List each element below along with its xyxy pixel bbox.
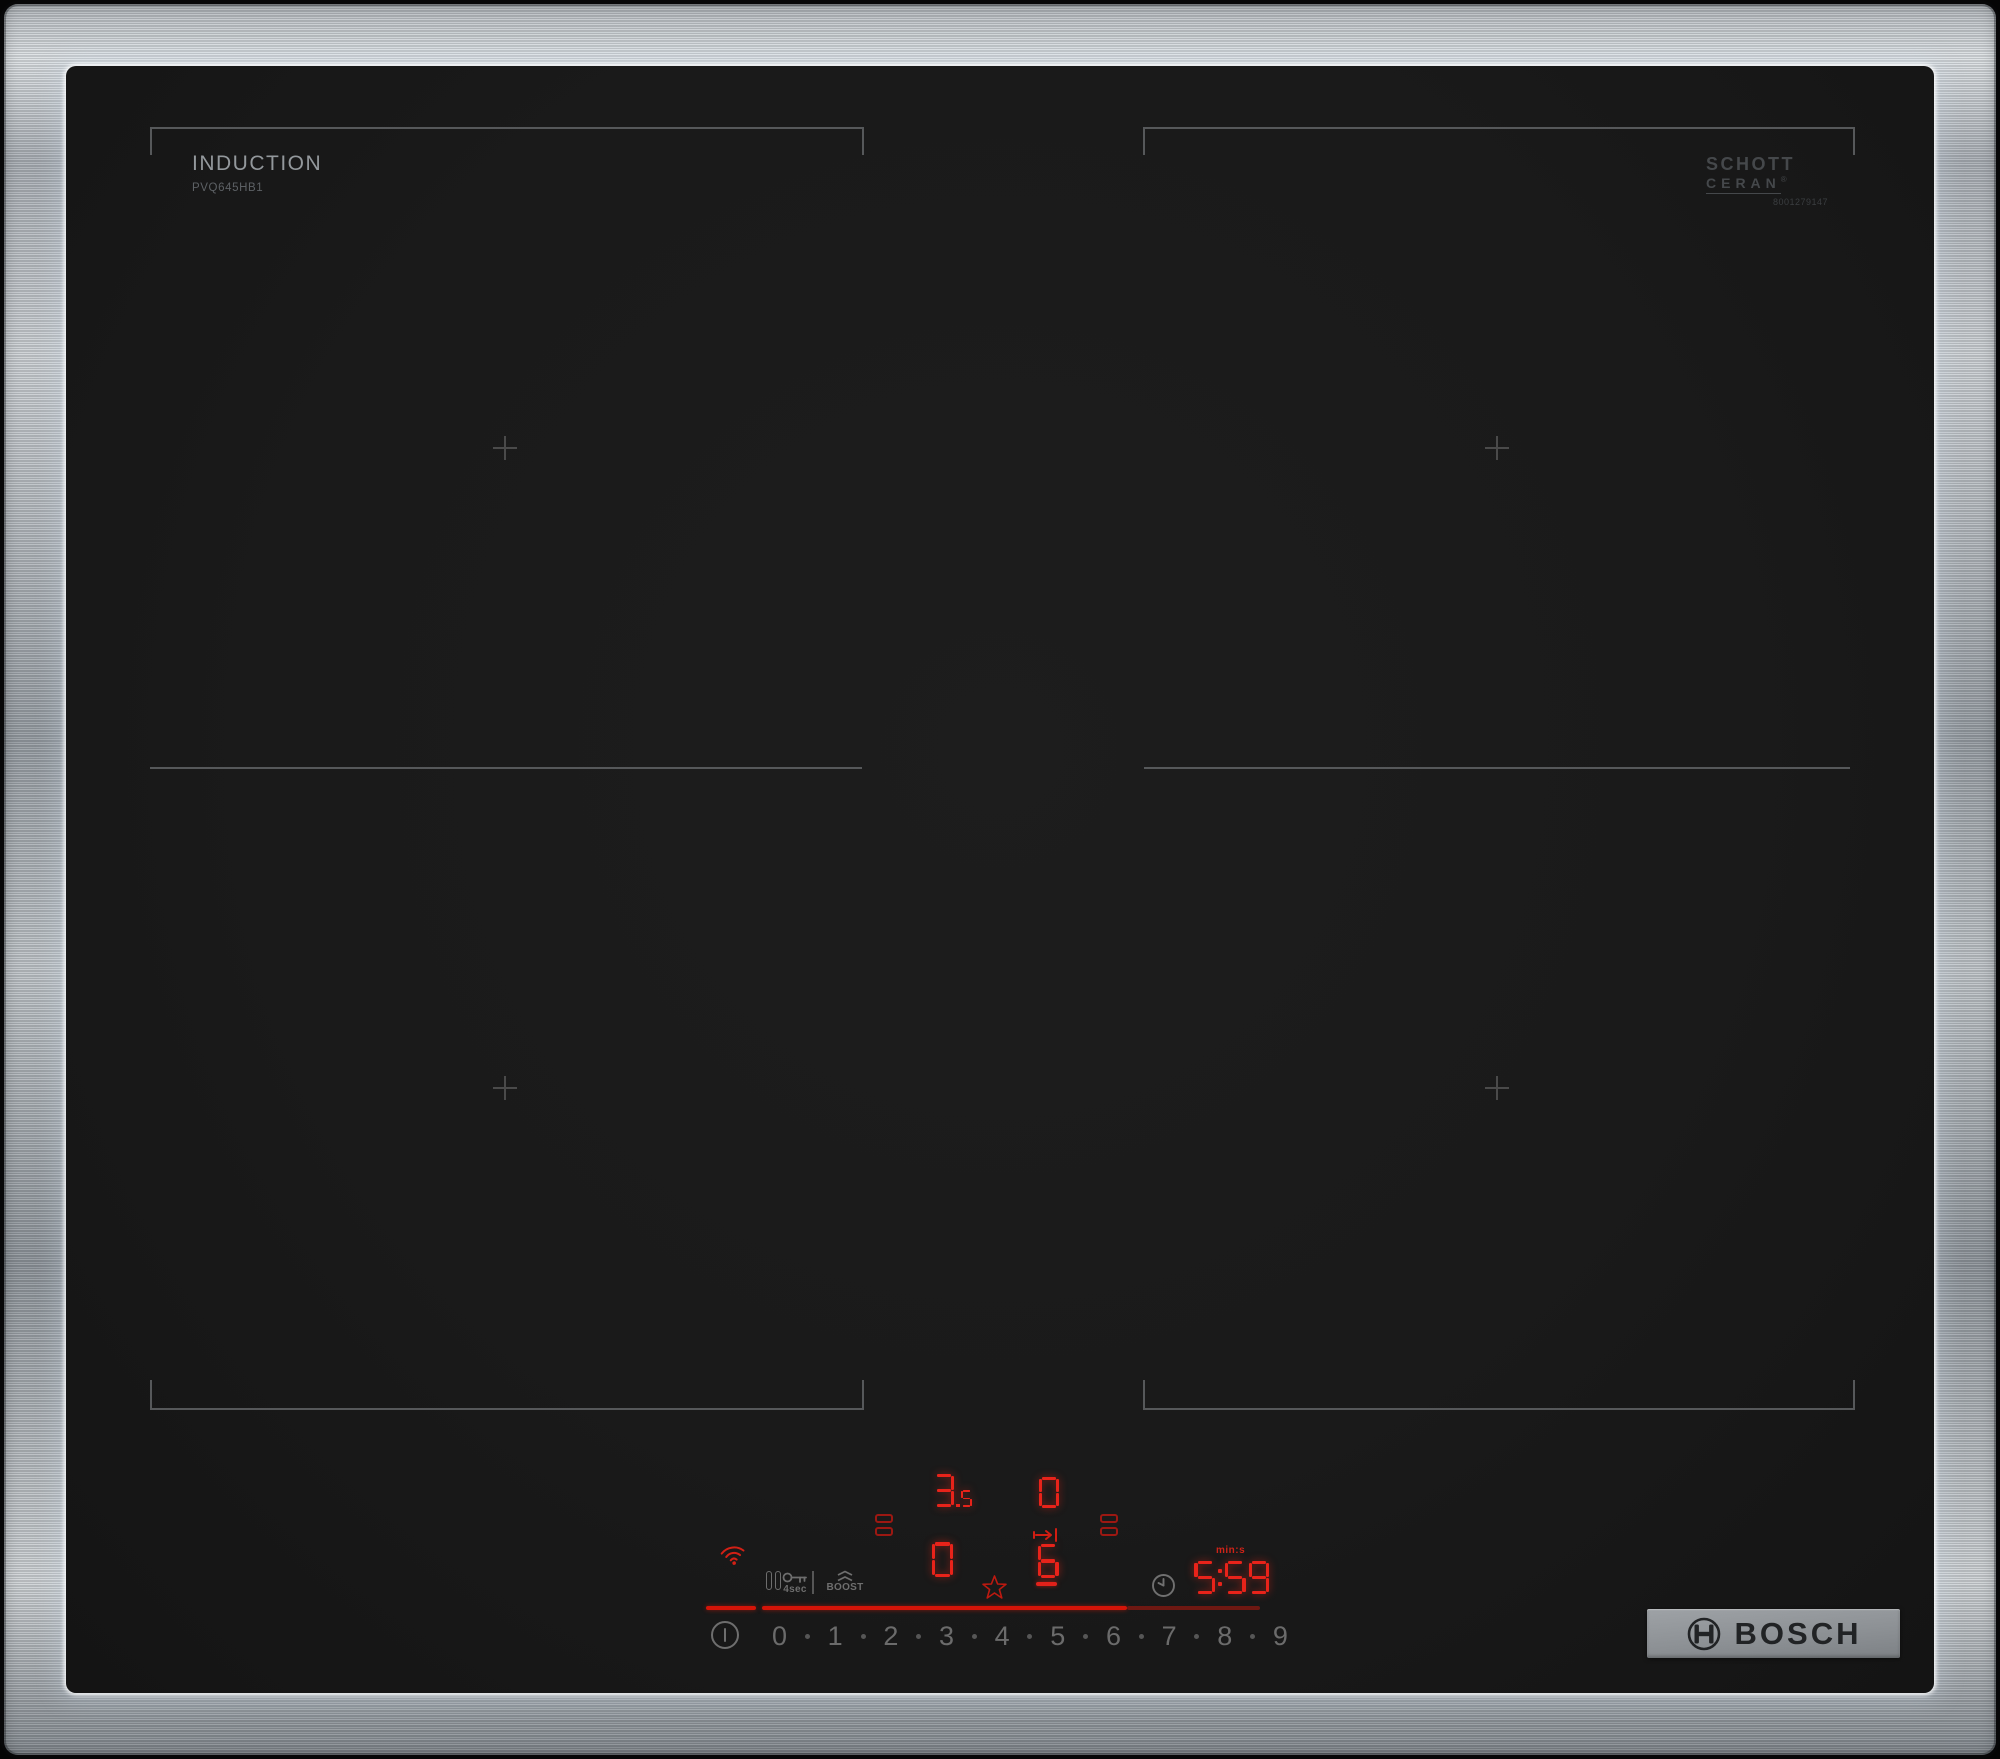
key-lock-icon [782,1572,807,1583]
bosch-armature-icon [1687,1617,1720,1650]
power-button[interactable] [711,1621,739,1649]
pause-button[interactable] [766,1571,781,1590]
scale-dot [1250,1633,1256,1639]
boost-chevrons-icon [837,1570,853,1582]
star-icon [982,1575,1007,1599]
display-front-right-power[interactable] [1036,1544,1060,1584]
scale-dot [1194,1633,1200,1639]
child-lock-label: 4sec [783,1584,807,1595]
zone-cross-rear-left [493,436,517,460]
registered-mark: ® [1780,175,1787,184]
power-level-3[interactable]: 3 [939,1622,954,1650]
zone-outline-front-right [1143,1380,1855,1410]
surface-label: INDUCTION [192,152,323,175]
scale-dot [916,1633,922,1639]
pause-icon [766,1571,772,1590]
zone-divider-left [150,767,862,769]
induction-hob: INDUCTION PVQ645HB1 SCHOTT CERAN® 800127… [0,0,2000,1759]
power-level-2[interactable]: 2 [883,1622,898,1650]
move-timer-arrow-icon [1033,1528,1057,1542]
display-rear-left-power[interactable] [932,1474,973,1512]
zone-outline-rear-right [1143,127,1855,155]
display-rear-right-power[interactable] [1038,1477,1060,1513]
zone-cross-front-left [493,1076,517,1100]
boost-button[interactable]: BOOST [823,1570,867,1593]
ceran-line: CERAN [1706,175,1781,195]
print-code: 8001279147 [1772,197,1828,207]
power-level-7[interactable]: 7 [1162,1622,1177,1650]
power-level-slider[interactable]: 0 1 2 3 4 5 6 7 8 9 [772,1620,1288,1652]
panel-divider [812,1571,814,1594]
track-segment-power [706,1606,756,1610]
power-level-9[interactable]: 9 [1273,1622,1288,1650]
display-front-left-power[interactable] [930,1542,955,1583]
zone-cross-rear-right [1485,436,1509,460]
zone-outline-front-left [150,1380,864,1410]
power-level-1[interactable]: 1 [828,1622,843,1650]
favorite-star-button[interactable] [981,1574,1008,1601]
track-segment-active[interactable] [762,1606,1127,1610]
timer-unit-label: min:s [1216,1545,1246,1556]
bosch-logo-text: BOSCH [1734,1615,1862,1651]
ceramic-glass-surface: INDUCTION PVQ645HB1 SCHOTT CERAN® 800127… [66,66,1934,1693]
track-segment-inactive[interactable] [1127,1606,1260,1610]
scale-dot [971,1633,977,1639]
boost-label: BOOST [826,1582,864,1593]
power-level-5[interactable]: 5 [1050,1622,1065,1650]
zone-outline-rear-left [150,127,864,155]
scale-dot [860,1633,866,1639]
bosch-badge: BOSCH [1647,1609,1900,1658]
schott-line: SCHOTT [1706,154,1795,174]
zone-divider-right [1144,767,1850,769]
timer-zone-underline [1036,1582,1057,1586]
wifi-icon [720,1546,745,1565]
scale-dot [1138,1633,1144,1639]
zone-cross-front-right [1485,1076,1509,1100]
scale-dot [1083,1633,1089,1639]
display-timer[interactable] [1193,1561,1271,1599]
power-level-6[interactable]: 6 [1106,1622,1121,1650]
timer-clock-button[interactable] [1151,1573,1176,1598]
flex-zone-right-icon[interactable] [1100,1514,1118,1536]
child-lock-button[interactable]: 4sec [780,1571,810,1595]
scale-dot [1027,1633,1033,1639]
model-number: PVQ645HB1 [192,182,264,194]
power-level-0[interactable]: 0 [772,1622,787,1650]
flex-zone-left-icon[interactable] [875,1514,893,1536]
scale-dot [804,1633,810,1639]
power-level-8[interactable]: 8 [1217,1622,1232,1650]
schott-ceran-logo: SCHOTT CERAN® [1706,154,1828,195]
power-level-4[interactable]: 4 [995,1622,1010,1650]
